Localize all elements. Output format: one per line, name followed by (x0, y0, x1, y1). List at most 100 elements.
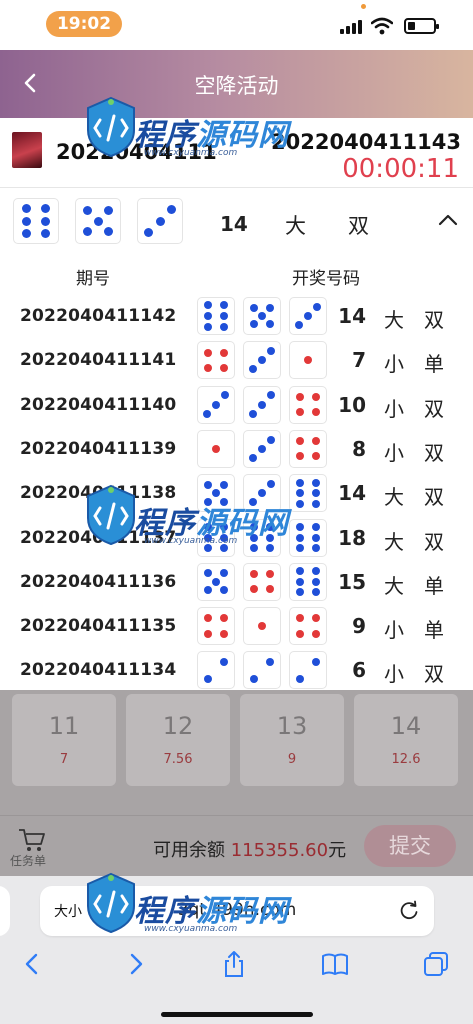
reload-icon[interactable] (398, 900, 420, 922)
dice-pip (311, 452, 320, 461)
dice-pip (265, 570, 274, 579)
history-row[interactable]: 2022040411142 14 大双 (0, 294, 473, 338)
dice-4-icon (289, 385, 327, 424)
dice-pip (296, 577, 305, 586)
dice-pip (204, 544, 213, 553)
share-icon[interactable] (220, 950, 248, 978)
history-row[interactable]: 2022040411138 14 大双 (0, 471, 473, 515)
tabs-icon[interactable] (422, 950, 450, 978)
address-bar[interactable]: 大小 3qt.499h.com (40, 886, 434, 936)
dice-pip (249, 320, 258, 329)
dice-pip (258, 400, 266, 409)
odds-card[interactable]: 14 12.6 (354, 694, 458, 786)
odds-card[interactable]: 13 9 (240, 694, 344, 786)
history-odd-even: 双 (424, 396, 444, 421)
odds-card[interactable]: 11 7 (12, 694, 116, 786)
url-text[interactable]: 3qt.499h.com (40, 900, 434, 920)
cart-icon[interactable] (16, 826, 48, 854)
dice-pip (220, 586, 229, 595)
history-header: 期号 开奖号码 (0, 258, 473, 292)
dice-pip (204, 348, 213, 357)
dice-pip (266, 303, 275, 312)
dice-pip (93, 216, 103, 226)
dice-pip (219, 533, 228, 542)
history-period: 2022040411141 (20, 350, 177, 371)
countdown-timer: 00:00:11 (342, 154, 459, 184)
history-row[interactable]: 2022040411136 15 大单 (0, 560, 473, 604)
dice-pip (296, 533, 305, 542)
latest-odd-even: 双 (348, 214, 369, 238)
dice-pip (219, 629, 228, 638)
balance-display: 可用余额 115355.60元 (153, 836, 346, 862)
dice-pip (219, 614, 228, 623)
history-period: 2022040411138 (20, 483, 177, 504)
odds-card[interactable]: 12 7.56 (126, 694, 230, 786)
odds-option[interactable]: 13 9 (234, 690, 348, 800)
odds-panel: 11 7 12 7.56 13 9 14 12.6 (0, 690, 473, 810)
dice-pip (219, 301, 228, 310)
dice-pip (22, 203, 32, 213)
dice-pip (267, 435, 276, 444)
history-big-small: 大 (384, 529, 404, 554)
odds-option[interactable]: 11 7 (6, 690, 120, 800)
browser-back-icon[interactable] (18, 950, 46, 978)
dice-pip (103, 226, 113, 236)
odds-option[interactable]: 12 7.56 (120, 690, 234, 800)
dice-pip (296, 614, 305, 623)
history-period: 2022040411136 (20, 571, 177, 592)
history-period: 2022040411137 (20, 527, 177, 548)
cart-label[interactable]: 任务单 (10, 852, 46, 869)
dice-6-icon (289, 518, 327, 557)
dice-pip (220, 658, 229, 667)
battery-icon (404, 18, 439, 34)
latest-result[interactable]: 14 大 双 (0, 188, 473, 252)
period-column-header: 期号 (76, 269, 110, 289)
dice-pip (258, 444, 266, 453)
dice-6-icon (289, 562, 327, 601)
dice-pip (296, 499, 305, 508)
dice-pip (311, 544, 320, 553)
dice-pip (311, 408, 320, 417)
dice-4-icon (197, 607, 235, 646)
dice-pip (267, 480, 276, 489)
dice-pip (202, 409, 211, 418)
bookmarks-icon[interactable] (321, 950, 349, 978)
balance-label: 可用余额 (153, 840, 225, 861)
odds-option[interactable]: 14 12.6 (348, 690, 462, 800)
dice-6-icon (243, 518, 281, 557)
dice-pip (266, 320, 275, 329)
browser-forward-icon[interactable] (122, 950, 150, 978)
dice-pip (250, 585, 259, 594)
browser-chrome: 大小 3qt.499h.com (0, 876, 473, 1024)
dice-pip (221, 391, 230, 400)
dice-pip (265, 533, 274, 542)
dice-4-icon (243, 562, 281, 601)
dice-pip (296, 489, 305, 498)
history-odd-even: 双 (424, 485, 444, 510)
balance-amount: 115355.60 (230, 840, 329, 861)
history-row[interactable]: 2022040411141 7 小单 (0, 338, 473, 382)
dice-pip (204, 322, 213, 331)
dice-pip (219, 312, 228, 320)
history-row[interactable]: 2022040411139 8 小双 (0, 427, 473, 471)
latest-big-small: 大 (285, 214, 306, 238)
previous-tab-edge[interactable] (0, 886, 10, 936)
cellular-signal-icon (340, 20, 364, 34)
dice-pip (219, 348, 228, 357)
history-row[interactable]: 2022040411134 6 小双 (0, 648, 473, 692)
chevron-up-icon[interactable] (436, 208, 460, 232)
history-period: 2022040411140 (20, 394, 177, 415)
dice-pip (212, 444, 220, 453)
dice-pip (219, 544, 228, 553)
dice-3-icon (197, 385, 235, 424)
history-row[interactable]: 2022040411137 18 大双 (0, 516, 473, 560)
history-row[interactable]: 2022040411140 10 小双 (0, 383, 473, 427)
dice-pip (249, 303, 258, 312)
dice-pip (295, 674, 304, 683)
dice-pip (311, 588, 320, 597)
dice-pip (266, 658, 275, 667)
dice-pip (311, 478, 320, 487)
submit-button[interactable]: 提交 (364, 825, 456, 867)
history-big-small: 小 (384, 440, 404, 465)
history-row[interactable]: 2022040411135 9 小单 (0, 604, 473, 648)
